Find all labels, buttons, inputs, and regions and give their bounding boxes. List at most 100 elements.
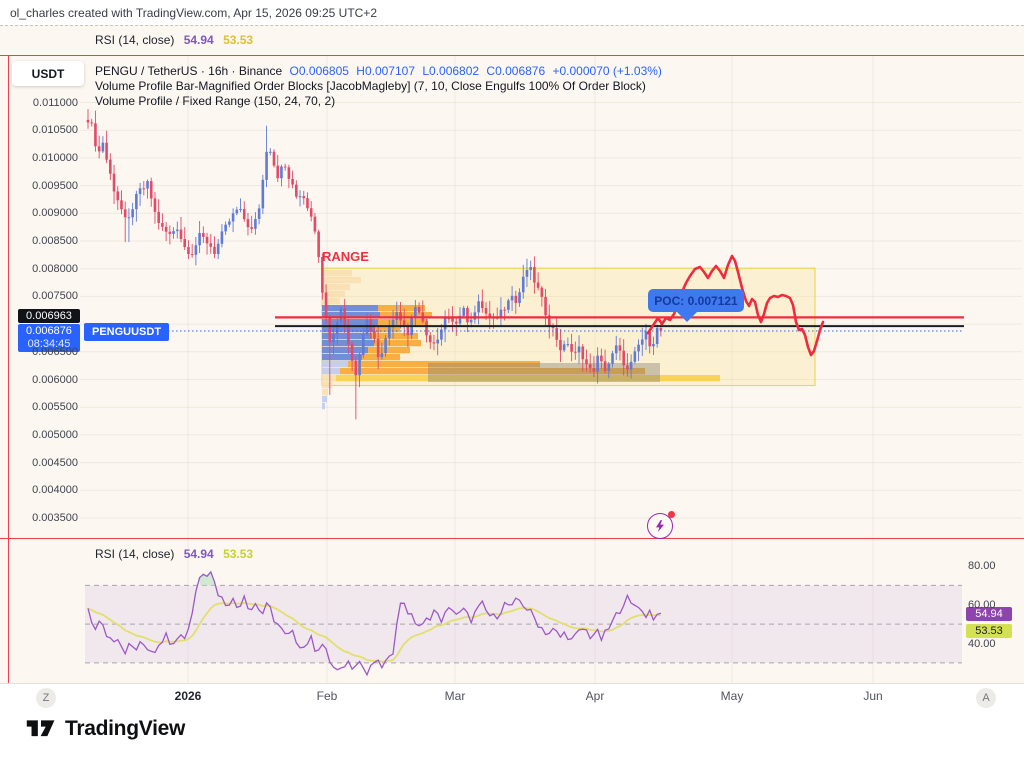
candle xyxy=(455,322,458,324)
candle xyxy=(474,312,477,319)
candle xyxy=(362,334,365,355)
candle xyxy=(351,344,354,361)
candle xyxy=(511,296,514,301)
volume-profile-bar xyxy=(322,382,332,388)
candle xyxy=(183,239,186,247)
volume-profile-bar xyxy=(322,368,340,374)
rsi-pane-ma-value: 53.53 xyxy=(223,547,253,561)
legend-indicator-orderblocks[interactable]: Volume Profile Bar-Magnified Order Block… xyxy=(95,79,662,94)
candle xyxy=(299,196,302,197)
candle xyxy=(258,208,261,219)
candle xyxy=(444,318,447,329)
candle xyxy=(247,219,250,227)
candle xyxy=(154,198,157,211)
candle xyxy=(600,356,603,362)
candle xyxy=(433,342,436,343)
candle xyxy=(596,356,599,372)
candle xyxy=(243,209,246,219)
candle xyxy=(187,247,190,254)
legend-indicator-volumeprofile[interactable]: Volume Profile / Fixed Range (150, 24, 7… xyxy=(95,94,662,109)
candle xyxy=(384,338,387,353)
candle xyxy=(619,345,622,350)
candle xyxy=(325,293,328,319)
candle xyxy=(377,339,380,357)
candle xyxy=(581,347,584,360)
tradingview-screenshot: ol_charles created with TradingView.com,… xyxy=(0,0,1024,764)
candle xyxy=(232,213,235,221)
candle xyxy=(176,230,179,232)
candle xyxy=(414,307,417,317)
candle xyxy=(388,327,391,338)
candle xyxy=(656,328,659,344)
lightning-alert-button[interactable] xyxy=(647,513,673,539)
candle xyxy=(611,353,614,364)
candle xyxy=(250,227,253,229)
candle xyxy=(213,247,216,254)
candle xyxy=(626,365,629,369)
candle xyxy=(139,188,142,194)
rsi-pane-legend[interactable]: RSI (14, close) 54.94 53.53 xyxy=(95,547,253,561)
candle xyxy=(332,334,335,342)
candle xyxy=(206,237,209,243)
candle xyxy=(209,243,212,246)
candle xyxy=(533,267,536,282)
rsi-layer xyxy=(85,572,962,675)
candle xyxy=(161,223,164,227)
candle xyxy=(615,345,618,353)
candle xyxy=(630,362,633,370)
candle xyxy=(143,188,146,189)
currency-toggle-button[interactable]: USDT xyxy=(12,61,84,86)
candle xyxy=(652,344,655,346)
candle xyxy=(425,321,428,335)
candle xyxy=(507,300,510,309)
candle xyxy=(135,194,138,209)
candle xyxy=(336,322,339,334)
volume-profile-bar xyxy=(322,403,325,409)
candle xyxy=(634,351,637,361)
symbol-price-label[interactable]: PENGUUSDT xyxy=(84,323,169,341)
candle xyxy=(329,318,332,342)
ohlc-open: O0.006805 xyxy=(290,64,349,78)
candle xyxy=(641,339,644,344)
candle xyxy=(98,146,101,151)
candle xyxy=(120,200,123,209)
candle xyxy=(102,143,105,152)
candle xyxy=(284,167,287,168)
timeline-jump-button-right[interactable]: A xyxy=(976,688,996,708)
candle xyxy=(94,123,97,146)
candle xyxy=(567,344,570,345)
chart-canvas xyxy=(0,0,1024,764)
candle xyxy=(399,312,402,320)
candle xyxy=(262,180,265,208)
candle xyxy=(436,340,439,344)
candle xyxy=(470,320,473,323)
candle xyxy=(559,340,562,350)
volume-profile-bar xyxy=(322,389,328,395)
timeline-jump-button-left[interactable]: Z xyxy=(36,688,56,708)
candle xyxy=(541,288,544,297)
volume-profile-bar xyxy=(374,340,421,346)
candle xyxy=(224,225,227,232)
candle xyxy=(291,179,294,185)
candle xyxy=(217,244,220,254)
ohlc-close: C0.006876 xyxy=(486,64,545,78)
candle xyxy=(578,347,581,353)
volume-profile-bar xyxy=(322,305,378,311)
candle xyxy=(276,166,279,179)
volume-profile-bar xyxy=(322,270,352,276)
candle xyxy=(221,231,224,243)
candle xyxy=(563,344,566,350)
candle xyxy=(522,277,525,293)
candle xyxy=(195,245,198,255)
candle xyxy=(321,257,324,292)
candle xyxy=(589,364,592,368)
legend-symbol-row[interactable]: PENGU / TetherUS · 16h · Binance O0.0068… xyxy=(95,64,662,79)
ohlc-values: O0.006805 H0.007107 L0.006802 C0.006876 … xyxy=(286,64,662,78)
candle xyxy=(128,217,131,218)
candle xyxy=(254,219,257,229)
candle xyxy=(310,208,313,216)
candle xyxy=(273,152,276,166)
volume-profile-bar xyxy=(322,361,348,367)
volume-profile-bar xyxy=(322,375,336,381)
candle xyxy=(172,231,175,234)
